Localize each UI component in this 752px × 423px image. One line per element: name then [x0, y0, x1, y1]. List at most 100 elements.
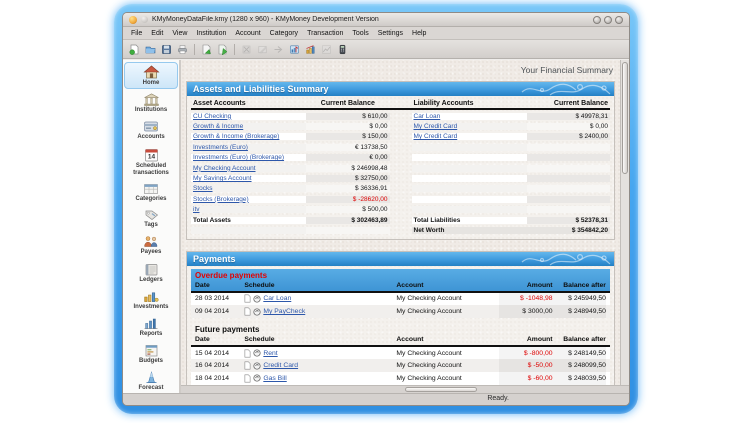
titlebar[interactable]: KMyMoneyDataFile.kmy (1280 x 960) - KMyM…: [123, 13, 629, 27]
menu-item-account[interactable]: Account: [235, 30, 260, 37]
vertical-scrollbar[interactable]: [620, 60, 629, 385]
calculator-icon[interactable]: [336, 43, 349, 56]
asset-account-link[interactable]: My Checking Account: [191, 165, 306, 172]
net-worth-label: Net Worth: [412, 227, 527, 234]
asset-account-link[interactable]: My Savings Account: [191, 175, 306, 182]
sidebar-item-label: Categories: [135, 196, 166, 203]
asset-account-link[interactable]: Growth & Income: [191, 123, 306, 130]
table-row: Growth & Income (Brokerage)$ 150,00: [191, 132, 390, 142]
overdue-payments-title: Overdue payments: [191, 270, 610, 281]
sidebar-item-institutions[interactable]: Institutions: [124, 90, 178, 116]
save-file-icon[interactable]: [160, 43, 173, 56]
reports-icon: [143, 317, 159, 330]
liability-account-link[interactable]: My Credit Card: [412, 123, 527, 130]
liability-account-link[interactable]: My Credit Card: [412, 133, 527, 140]
payment-account: My Checking Account: [396, 295, 499, 302]
reports-view-icon[interactable]: [288, 43, 301, 56]
chart-icon[interactable]: [320, 43, 333, 56]
svg-text:14: 14: [147, 153, 155, 160]
payment-account: My Checking Account: [396, 350, 499, 357]
liability-account-link[interactable]: Car Loan: [412, 113, 527, 120]
recurrence-icon: [253, 362, 261, 370]
asset-account-link[interactable]: Growth & Income (Brokerage): [191, 133, 306, 140]
toolbar: [123, 40, 629, 59]
sidebar-item-budgets[interactable]: Budgets: [124, 341, 178, 367]
sidebar-item-accounts[interactable]: Accounts: [124, 117, 178, 143]
open-file-icon[interactable]: [144, 43, 157, 56]
investments-view-icon[interactable]: [304, 43, 317, 56]
maximize-button[interactable]: [604, 16, 612, 24]
menu-item-tools[interactable]: Tools: [352, 30, 368, 37]
menu-item-edit[interactable]: Edit: [151, 30, 163, 37]
balance-value: $ 150,00: [306, 133, 389, 140]
assets-section-title: Assets and Liabilities Summary: [193, 84, 329, 94]
sidebar-item-categories[interactable]: Categories: [124, 180, 178, 205]
table-row: itv$ 500,00: [191, 205, 390, 215]
payment-account: My Checking Account: [396, 375, 499, 382]
payment-amount: $ -1048,98: [499, 293, 552, 306]
menu-item-help[interactable]: Help: [412, 30, 426, 37]
schedule-link[interactable]: Credit Card: [263, 362, 298, 369]
empty-cell: [412, 206, 527, 213]
total-liabilities-label: Total Liabilities: [412, 217, 527, 224]
payment-balance-after: $ 248949,50: [553, 305, 606, 318]
minimize-button[interactable]: [593, 16, 601, 24]
empty-cell: [527, 175, 610, 182]
menu-item-file[interactable]: File: [131, 30, 142, 37]
payment-row: 09 04 2014My PayCheckMy Checking Account…: [191, 305, 610, 318]
print-icon[interactable]: [176, 43, 189, 56]
sidebar-item-investments[interactable]: Investments: [124, 287, 178, 313]
balance-value: $ 36336,91: [306, 185, 389, 192]
current-balance-header: Current Balance: [527, 100, 610, 107]
horizontal-scrollbar[interactable]: [181, 385, 629, 393]
goto-icon[interactable]: [272, 43, 285, 56]
schedule-link[interactable]: Gas Bill: [263, 375, 286, 382]
edit-icon[interactable]: [256, 43, 269, 56]
close-button[interactable]: [615, 16, 623, 24]
asset-account-link[interactable]: itv: [191, 206, 306, 213]
new-transaction-icon[interactable]: [216, 43, 229, 56]
column-header-date: Date: [195, 282, 244, 289]
current-balance-header: Current Balance: [306, 100, 389, 107]
menu-item-category[interactable]: Category: [270, 30, 298, 37]
menu-item-settings[interactable]: Settings: [378, 30, 403, 37]
sidebar-item-scheduled[interactable]: 14 Scheduled transactions: [124, 145, 178, 179]
column-header-amount: Amount: [499, 282, 552, 289]
asset-account-link[interactable]: Investments (Euro): [191, 144, 306, 151]
schedule-document-icon: [244, 294, 251, 303]
empty-cell: [527, 165, 610, 172]
table-row: [412, 173, 611, 183]
schedule-link[interactable]: My PayCheck: [263, 308, 305, 315]
asset-account-link[interactable]: CU Checking: [191, 113, 306, 120]
schedule-link[interactable]: Rent: [263, 350, 277, 357]
schedule-document-icon: [244, 307, 251, 316]
sidebar-item-reports[interactable]: Reports: [124, 314, 178, 340]
delete-icon[interactable]: [240, 43, 253, 56]
empty-cell: [306, 227, 389, 234]
vertical-scrollbar-thumb[interactable]: [622, 62, 628, 174]
payment-balance-after: $ 248149,50: [553, 347, 606, 360]
asset-account-link[interactable]: Investments (Euro) (Brokerage): [191, 154, 306, 161]
table-row: Stocks$ 36336,91: [191, 184, 390, 194]
schedule-link[interactable]: Car Loan: [263, 295, 291, 302]
horizontal-scrollbar-thumb[interactable]: [405, 387, 477, 392]
menu-item-institution[interactable]: Institution: [196, 30, 226, 37]
asset-account-link[interactable]: Stocks (Brokerage): [191, 196, 306, 203]
menu-item-view[interactable]: View: [172, 30, 187, 37]
sidebar-item-tags[interactable]: Tags: [124, 206, 178, 231]
table-row: Car Loan$ 49978,31: [412, 111, 611, 121]
liability-accounts-header: Liability Accounts: [412, 100, 527, 107]
sidebar-item-home[interactable]: Home: [124, 62, 178, 89]
payments-content: Overdue payments DateScheduleAccountAmou…: [187, 266, 614, 385]
desktop-background: KMyMoneyDataFile.kmy (1280 x 960) - KMyM…: [0, 0, 752, 423]
assets-table-headers: Asset Accounts Current Balance Liability…: [191, 100, 610, 110]
table-row: My Savings Account$ 32750,00: [191, 173, 390, 183]
sidebar-item-ledgers[interactable]: Ledgers: [124, 260, 178, 286]
asset-account-link[interactable]: Stocks: [191, 185, 306, 192]
sidebar-item-payees[interactable]: Payees: [124, 232, 178, 258]
sidebar-item-forecast[interactable]: Forecast: [124, 368, 178, 393]
new-account-icon[interactable]: [200, 43, 213, 56]
menu-item-transaction[interactable]: Transaction: [307, 30, 343, 37]
column-header-account: Account: [396, 336, 499, 343]
new-file-icon[interactable]: [128, 43, 141, 56]
